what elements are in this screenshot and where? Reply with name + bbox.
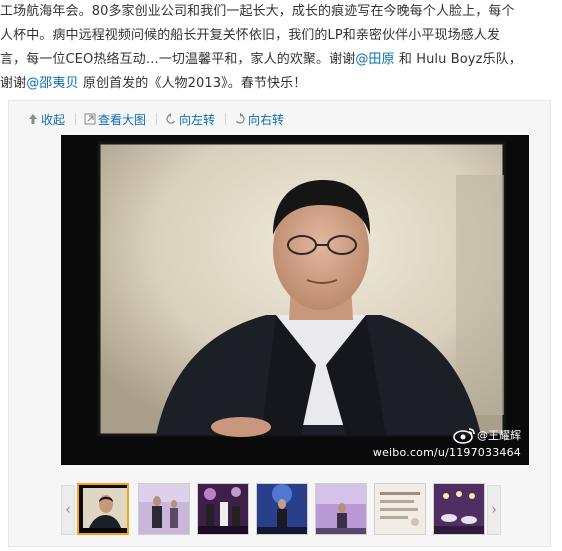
thumbnail-1[interactable] bbox=[77, 483, 129, 535]
chevron-right-icon: › bbox=[491, 502, 497, 518]
rotate-left-button[interactable]: 向左转 bbox=[165, 111, 215, 128]
main-photo[interactable]: @王耀辉 weibo.com/u/1197033464 bbox=[61, 135, 529, 465]
rotate-right-button[interactable]: 向右转 bbox=[234, 111, 284, 128]
post-text-segment: 言，每一位CEO热络互动…一切温馨平和，家人的欢聚。谢谢 bbox=[0, 52, 356, 67]
thumbnail-2[interactable] bbox=[138, 483, 190, 535]
view-large-button[interactable]: 查看大图 bbox=[84, 111, 146, 128]
thumbnail-image bbox=[257, 484, 307, 534]
thumbnail-next-button[interactable]: › bbox=[487, 485, 501, 535]
post-line: 工场航海年会。80多家创业公司和我们一起长大，成长的痕迹写在今晚每个人脸上，每个 bbox=[0, 4, 515, 19]
rotate-left-label: 向左转 bbox=[179, 112, 216, 127]
thumbnail-7[interactable] bbox=[433, 483, 485, 535]
media-card: 收起 查看大图 向左转 向右转 @王耀辉 weibo.com/u/1197033… bbox=[8, 100, 551, 547]
photo-watermark: @王耀辉 weibo.com/u/1197033464 bbox=[373, 426, 521, 459]
arrow-up-icon bbox=[29, 114, 37, 124]
thumbnail-6[interactable] bbox=[374, 483, 426, 535]
thumbnail-3[interactable] bbox=[197, 483, 249, 535]
mention-link[interactable]: @田原 bbox=[355, 52, 394, 67]
collapse-label: 收起 bbox=[41, 112, 66, 127]
post-text-segment: 和 Hulu Boyz乐队， bbox=[394, 52, 522, 67]
post-line: 人杯中。病中远程视频问候的船长开复关怀依旧，我们的LP和亲密伙伴小平现场感人发 bbox=[0, 28, 500, 43]
post-line: 言，每一位CEO热络互动…一切温馨平和，家人的欢聚。谢谢@田原 和 Hulu B… bbox=[0, 48, 556, 72]
thumbnail-4[interactable] bbox=[256, 483, 308, 535]
post-text-segment: 原创首发的《人物2013》。春节快乐！ bbox=[78, 76, 307, 91]
rotate-left-icon bbox=[166, 113, 176, 124]
mention-link[interactable]: @邵夷贝 bbox=[26, 76, 78, 91]
thumbnail-image bbox=[198, 484, 248, 534]
thumbnail-prev-button[interactable]: ‹ bbox=[61, 485, 75, 535]
thumbnail-strip: ‹ › bbox=[9, 479, 552, 539]
weibo-logo-icon bbox=[453, 428, 475, 444]
thumbnail-image bbox=[316, 484, 366, 534]
thumbnail-image bbox=[139, 484, 189, 534]
post-line: 谢谢@邵夷贝 原创首发的《人物2013》。春节快乐！ bbox=[0, 72, 556, 96]
post-text: 工场航海年会。80多家创业公司和我们一起长大，成长的痕迹写在今晚每个人脸上，每个… bbox=[0, 0, 556, 96]
rotate-right-icon bbox=[235, 113, 245, 124]
divider bbox=[156, 113, 158, 125]
divider bbox=[225, 113, 227, 125]
post-text-segment: 谢谢 bbox=[0, 76, 27, 91]
collapse-button[interactable]: 收起 bbox=[27, 111, 65, 128]
watermark-url: weibo.com/u/1197033464 bbox=[372, 446, 521, 459]
thumbnail-image bbox=[79, 485, 127, 533]
thumbnail-image bbox=[375, 484, 425, 534]
view-large-label: 查看大图 bbox=[98, 112, 147, 127]
media-toolbar: 收起 查看大图 向左转 向右转 bbox=[27, 111, 284, 127]
thumbnail-image bbox=[434, 484, 484, 534]
photo-image bbox=[61, 135, 529, 465]
zoom-icon bbox=[84, 113, 96, 125]
chevron-left-icon: ‹ bbox=[65, 502, 71, 518]
rotate-right-label: 向右转 bbox=[248, 112, 285, 127]
divider bbox=[75, 113, 77, 125]
thumbnail-5[interactable] bbox=[315, 483, 367, 535]
watermark-name: @王耀辉 bbox=[477, 429, 521, 442]
